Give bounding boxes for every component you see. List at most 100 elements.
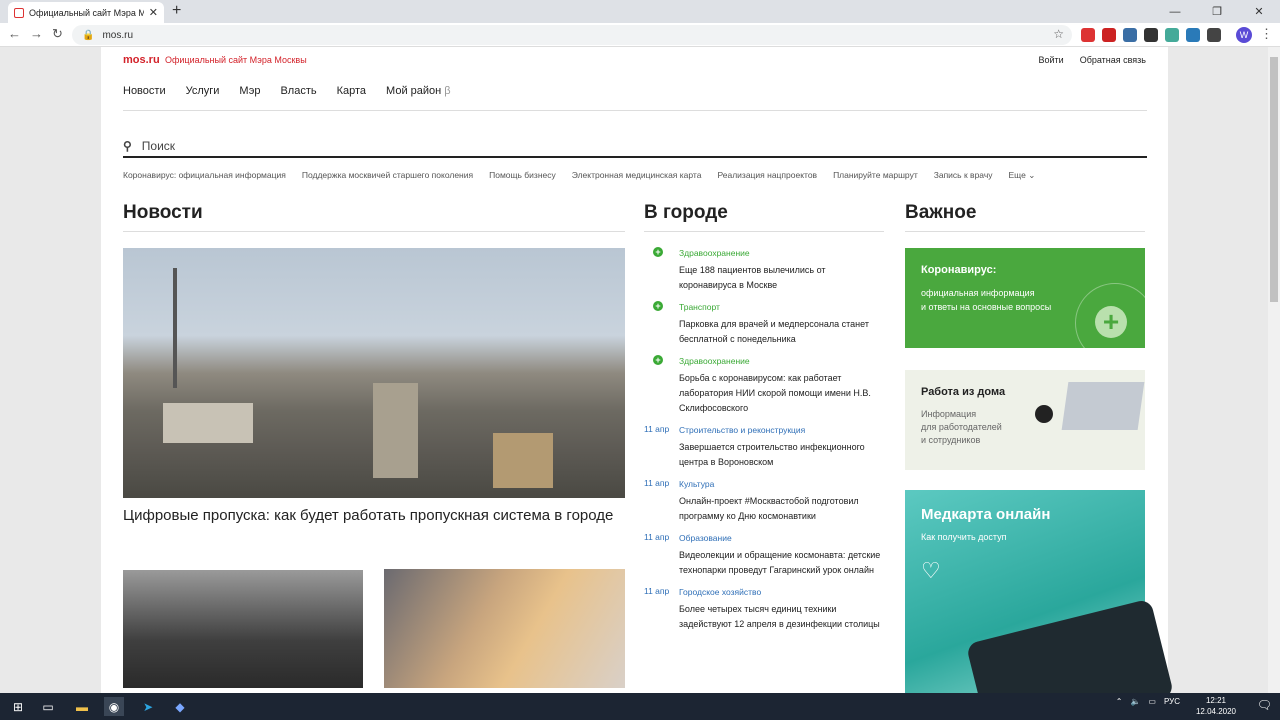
item-date: 11 апр: [644, 478, 670, 488]
site-tagline[interactable]: Официальный сайт Мэра Москвы: [165, 55, 307, 65]
coronavirus-card[interactable]: Коронавирус: официальная информация и отв…: [905, 248, 1145, 348]
nav-mayor[interactable]: Мэр: [239, 85, 260, 97]
item-category: Здравоохранение: [679, 248, 750, 258]
extension-icon[interactable]: [1186, 28, 1200, 42]
list-item[interactable]: 11 апр Образование Видеолекции и обращен…: [644, 532, 884, 578]
news-thumbnail[interactable]: [384, 569, 625, 688]
login-link[interactable]: Войти: [1039, 55, 1064, 65]
important-heading[interactable]: Важное: [905, 202, 976, 224]
card-line: и сотрудников: [921, 435, 981, 445]
back-icon[interactable]: ←: [8, 26, 21, 41]
system-tray: ⌃ 🔈 ▭ РУС: [1116, 697, 1180, 706]
forward-icon[interactable]: →: [30, 26, 43, 41]
list-item[interactable]: + Здравоохранение Борьба с коронавирусом…: [644, 355, 884, 416]
hero-headline[interactable]: Цифровые пропуска: как будет работать пр…: [123, 505, 623, 526]
bookmark-star-icon[interactable]: ☆: [1053, 27, 1064, 41]
laptop-icon: [1061, 382, 1145, 430]
list-item[interactable]: + Здравоохранение Еще 188 пациентов выле…: [644, 247, 884, 293]
item-text: Еще 188 пациентов вылечились от коронави…: [679, 265, 826, 290]
url-text: mos.ru: [102, 29, 134, 41]
extension-icon[interactable]: [1081, 28, 1095, 42]
chevron-up-icon[interactable]: ⌃: [1116, 697, 1123, 706]
work-from-home-card[interactable]: Работа из дома Информация для работодател…: [905, 370, 1145, 470]
chevron-down-icon: ⌄: [1028, 170, 1036, 180]
clock-time: 12:21: [1205, 696, 1226, 705]
extension-icon[interactable]: [1123, 28, 1137, 42]
item-category: Городское хозяйство: [679, 587, 762, 597]
nav-services[interactable]: Услуги: [186, 85, 220, 97]
tablet-icon: [965, 598, 1175, 693]
extension-icon[interactable]: [1144, 28, 1158, 42]
profile-avatar[interactable]: W: [1236, 27, 1252, 43]
card-line: Информация: [921, 409, 977, 419]
network-icon[interactable]: ▭: [1148, 697, 1156, 706]
quick-link[interactable]: Запись к врачу: [934, 170, 993, 181]
clock[interactable]: 12:21 12.04.2020: [1196, 695, 1236, 717]
coffee-cup-icon: [1035, 405, 1053, 423]
item-date: 11 апр: [644, 424, 670, 434]
telegram-icon[interactable]: ➤: [138, 697, 158, 716]
scrollbar-thumb[interactable]: [1270, 57, 1278, 302]
news-heading[interactable]: Новости: [123, 202, 203, 224]
more-link[interactable]: Еще ⌄: [1009, 170, 1036, 181]
extension-icon[interactable]: [1165, 28, 1179, 42]
browser-menu-icon[interactable]: ⋮: [1260, 26, 1273, 42]
lock-icon: 🔒: [82, 29, 95, 41]
quick-links: Коронавирус: официальная информация Подд…: [123, 170, 1035, 181]
browser-tab-strip: Официальный сайт Мэра Моск ✕ + — ❐ ✕: [0, 0, 1280, 23]
quick-link[interactable]: Реализация нацпроектов: [717, 170, 817, 181]
divider: [644, 231, 884, 232]
notifications-icon[interactable]: 🗨: [1257, 698, 1272, 712]
plus-circle-icon: +: [653, 301, 663, 311]
list-item[interactable]: 11 апр Городское хозяйство Более четырех…: [644, 586, 884, 632]
close-tab-icon[interactable]: ✕: [149, 6, 158, 19]
new-tab-icon[interactable]: +: [172, 2, 181, 20]
chrome-icon[interactable]: ◉: [104, 697, 124, 716]
list-item[interactable]: + Транспорт Парковка для врачей и медпер…: [644, 301, 884, 347]
nav-government[interactable]: Власть: [280, 85, 316, 97]
news-thumbnail[interactable]: [123, 570, 363, 688]
app-icon[interactable]: ◆: [170, 697, 190, 716]
city-heading[interactable]: В городе: [644, 202, 728, 224]
tab-mos-ru[interactable]: Официальный сайт Мэра Моск ✕: [8, 2, 164, 23]
beta-badge: β: [444, 85, 451, 97]
list-item[interactable]: 11 апр Культура Онлайн-проект #Москвасто…: [644, 478, 884, 524]
nav-map[interactable]: Карта: [337, 85, 366, 97]
search-icon: ⚲: [123, 139, 132, 153]
reload-icon[interactable]: ↻: [52, 26, 63, 42]
feedback-link[interactable]: Обратная связь: [1080, 55, 1146, 65]
quick-link[interactable]: Электронная медицинская карта: [572, 170, 702, 181]
plus-circle-icon: +: [653, 247, 663, 257]
url-field[interactable]: 🔒 mos.ru ☆: [72, 25, 1072, 45]
card-title: Коронавирус:: [921, 264, 997, 276]
close-window-icon[interactable]: ✕: [1238, 0, 1280, 23]
task-view-icon[interactable]: ▭: [38, 697, 58, 716]
list-item[interactable]: 11 апр Строительство и реконструкция Зав…: [644, 424, 884, 470]
tower-shape: [173, 268, 177, 388]
restore-icon[interactable]: ❐: [1196, 0, 1238, 23]
extension-icon[interactable]: [1207, 28, 1221, 42]
nav-my-district[interactable]: Мой район β: [386, 85, 451, 97]
card-text: Как получить доступ: [921, 532, 1007, 542]
hero-image[interactable]: [123, 248, 625, 498]
minimize-icon[interactable]: —: [1154, 0, 1196, 23]
extension-icon[interactable]: [1102, 28, 1116, 42]
item-text: Онлайн-проект #Москвастобой подготовил п…: [679, 496, 859, 521]
site-logo[interactable]: mos.ru: [123, 54, 160, 66]
card-line: для работодателей: [921, 422, 1002, 432]
page-scrollbar[interactable]: [1268, 47, 1280, 693]
item-date: 11 апр: [644, 586, 670, 596]
nav-news[interactable]: Новости: [123, 85, 166, 97]
medcard-card[interactable]: Медкарта онлайн Как получить доступ ♡: [905, 490, 1175, 693]
file-explorer-icon[interactable]: ▬: [72, 697, 92, 716]
quick-link[interactable]: Поддержка москвичей старшего поколения: [302, 170, 473, 181]
search-input[interactable]: ⚲ Поиск: [123, 136, 1147, 158]
windows-start-icon[interactable]: ⊞: [8, 697, 28, 716]
quick-link[interactable]: Помощь бизнесу: [489, 170, 556, 181]
language-indicator[interactable]: РУС: [1164, 697, 1180, 706]
building-shape: [373, 383, 418, 478]
volume-icon[interactable]: 🔈: [1130, 697, 1140, 706]
quick-link[interactable]: Коронавирус: официальная информация: [123, 170, 286, 181]
building-shape: [493, 433, 553, 488]
quick-link[interactable]: Планируйте маршрут: [833, 170, 918, 181]
